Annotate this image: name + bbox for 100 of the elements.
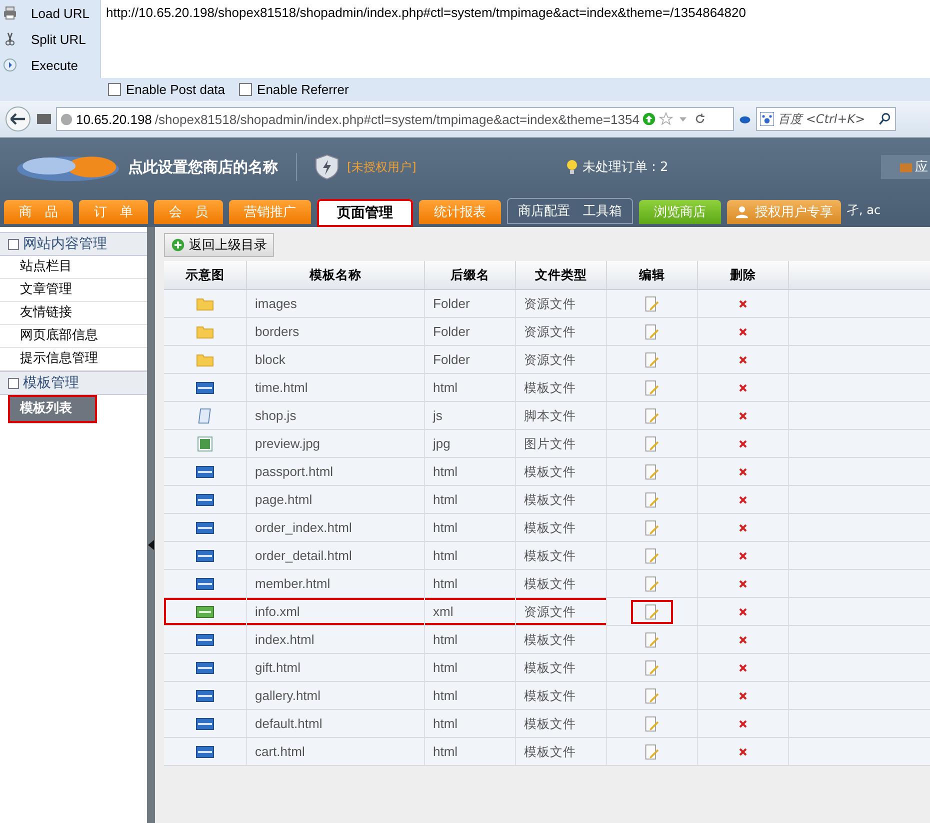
back-icon[interactable] bbox=[4, 105, 32, 133]
edit-icon[interactable] bbox=[643, 408, 661, 424]
printer-icon bbox=[3, 6, 17, 20]
edit-icon[interactable] bbox=[643, 660, 661, 676]
delete-icon[interactable] bbox=[739, 496, 747, 504]
url-textarea[interactable]: http://10.65.20.198/shopex81518/shopadmin/index.php#ctl=system/tmpimage&act=index&theme=/1354864820 bbox=[100, 0, 930, 78]
table-cell: block bbox=[246, 346, 424, 374]
delete-icon[interactable] bbox=[739, 468, 747, 476]
scissors-icon bbox=[3, 32, 17, 46]
edit-icon[interactable] bbox=[643, 604, 661, 620]
address-field[interactable]: 10.65.20.198 /shopex81518/shopadmin/index.php#ctl=system/tmpimage&act=index&theme=1354 bbox=[56, 107, 734, 131]
table-cell: 模板文件 bbox=[516, 570, 606, 598]
delete-icon[interactable] bbox=[739, 440, 747, 448]
table-cell: html bbox=[424, 710, 516, 738]
hackbar-action[interactable]: Load URL bbox=[0, 0, 100, 26]
search-field[interactable]: 百度 <Ctrl+K> bbox=[756, 107, 896, 131]
back-button[interactable]: 返回上级目录 bbox=[164, 233, 274, 257]
file-type-icon bbox=[196, 688, 214, 704]
delete-icon[interactable] bbox=[739, 412, 747, 420]
table-cell: gift.html bbox=[246, 654, 424, 682]
delete-icon[interactable] bbox=[739, 636, 747, 644]
delete-icon[interactable] bbox=[739, 552, 747, 560]
table-cell: 模板文件 bbox=[516, 514, 606, 542]
shop-name[interactable]: 点此设置您商店的名称 bbox=[128, 158, 278, 176]
table-cell: borders bbox=[246, 318, 424, 346]
column-header: 文件类型 bbox=[516, 261, 606, 290]
edit-icon[interactable] bbox=[643, 324, 661, 340]
search-icon[interactable] bbox=[878, 112, 892, 126]
page-icon[interactable] bbox=[36, 111, 52, 127]
file-type-icon bbox=[196, 520, 214, 536]
table-cell: 模板文件 bbox=[516, 738, 606, 766]
play-icon bbox=[3, 58, 17, 72]
lightbulb-icon bbox=[566, 159, 578, 175]
edit-icon[interactable] bbox=[643, 688, 661, 704]
image-icon bbox=[196, 436, 214, 452]
nav-tab[interactable]: 页面管理 bbox=[317, 199, 413, 227]
table-cell: 模板文件 bbox=[516, 458, 606, 486]
go-icon[interactable] bbox=[642, 112, 656, 126]
star-icon[interactable] bbox=[659, 112, 674, 126]
edit-icon[interactable] bbox=[643, 632, 661, 648]
app-button[interactable]: 应 bbox=[881, 155, 930, 179]
table-cell: 模板文件 bbox=[516, 654, 606, 682]
table-cell: xml bbox=[424, 598, 516, 626]
edit-icon[interactable] bbox=[643, 296, 661, 312]
file-type-icon bbox=[196, 380, 214, 396]
table-cell: info.xml bbox=[246, 598, 424, 626]
table-cell: 资源文件 bbox=[516, 318, 606, 346]
delete-icon[interactable] bbox=[739, 524, 747, 532]
file-type-icon bbox=[196, 576, 214, 592]
table-cell: 模板文件 bbox=[516, 374, 606, 402]
table-cell: order_index.html bbox=[246, 514, 424, 542]
edit-icon[interactable] bbox=[643, 464, 661, 480]
delete-icon[interactable] bbox=[739, 384, 747, 392]
edit-icon[interactable] bbox=[643, 716, 661, 732]
edit-icon[interactable] bbox=[643, 548, 661, 564]
column-header: 模板名称 bbox=[246, 261, 424, 290]
delete-icon[interactable] bbox=[739, 356, 747, 364]
table-cell: js bbox=[424, 402, 516, 430]
table-cell: 图片文件 bbox=[516, 430, 606, 458]
delete-icon[interactable] bbox=[739, 720, 747, 728]
pending-orders[interactable]: 未处理订单 : 2 bbox=[582, 158, 668, 176]
sidebar-group[interactable]: 模板管理 bbox=[0, 371, 148, 395]
delete-icon[interactable] bbox=[739, 748, 747, 756]
table-cell: 资源文件 bbox=[516, 598, 606, 626]
edit-icon[interactable] bbox=[643, 576, 661, 592]
table-cell: 资源文件 bbox=[516, 290, 606, 318]
table-cell: html bbox=[424, 626, 516, 654]
nav-tab[interactable]: 商店配置 工具箱 bbox=[507, 198, 633, 224]
sidebar-group[interactable]: 网站内容管理 bbox=[0, 232, 148, 256]
option-checkbox[interactable]: Enable Post data bbox=[108, 82, 226, 97]
edit-icon[interactable] bbox=[643, 380, 661, 396]
delete-icon[interactable] bbox=[739, 580, 747, 588]
table-cell: cart.html bbox=[246, 738, 424, 766]
file-type-icon bbox=[196, 744, 214, 760]
delete-icon[interactable] bbox=[739, 328, 747, 336]
hackbar-action[interactable]: Execute bbox=[0, 52, 100, 78]
table-cell: html bbox=[424, 542, 516, 570]
edit-icon[interactable] bbox=[643, 436, 661, 452]
edit-icon[interactable] bbox=[643, 744, 661, 760]
hackbar-action[interactable]: Split URL bbox=[0, 26, 100, 52]
reload-icon[interactable] bbox=[693, 112, 708, 126]
option-checkbox[interactable]: Enable Referrer bbox=[239, 82, 349, 97]
delete-icon[interactable] bbox=[739, 692, 747, 700]
table-cell: shop.js bbox=[246, 402, 424, 430]
table-cell: html bbox=[424, 654, 516, 682]
delete-icon[interactable] bbox=[739, 664, 747, 672]
edit-icon[interactable] bbox=[643, 520, 661, 536]
table-cell: html bbox=[424, 738, 516, 766]
edit-icon[interactable] bbox=[643, 352, 661, 368]
file-type-icon bbox=[196, 492, 214, 508]
sidebar-item[interactable]: 模板列表 bbox=[8, 395, 97, 424]
file-type-icon bbox=[196, 632, 214, 648]
table-cell: member.html bbox=[246, 570, 424, 598]
edit-icon[interactable] bbox=[643, 492, 661, 508]
delete-icon[interactable] bbox=[739, 300, 747, 308]
table-cell: html bbox=[424, 486, 516, 514]
delete-icon[interactable] bbox=[739, 608, 747, 616]
table-cell: Folder bbox=[424, 318, 516, 346]
table-cell: 脚本文件 bbox=[516, 402, 606, 430]
table-cell: Folder bbox=[424, 346, 516, 374]
